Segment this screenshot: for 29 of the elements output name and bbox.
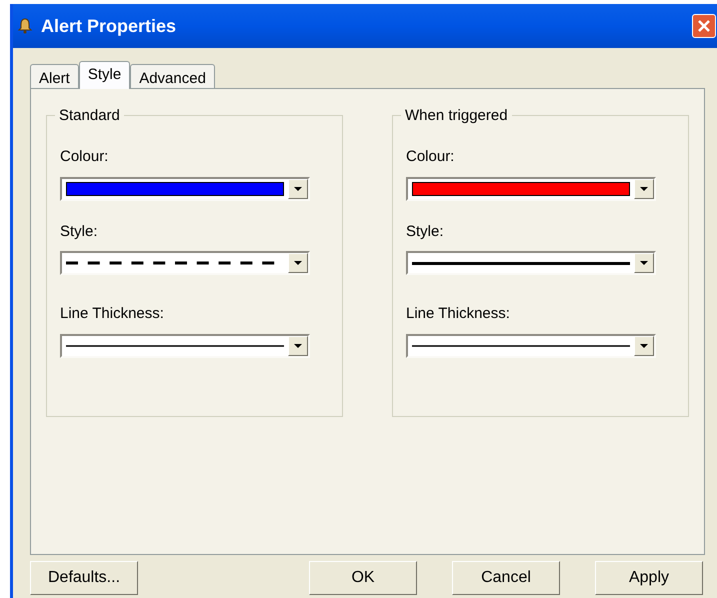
caret-icon <box>640 344 648 348</box>
bell-icon <box>17 18 33 34</box>
line-dropdown[interactable] <box>60 334 310 358</box>
line-dropdown[interactable] <box>60 176 310 200</box>
caret-icon <box>640 186 648 190</box>
caret-icon <box>294 344 302 348</box>
tab[interactable]: Alert <box>30 64 79 88</box>
caret-icon <box>640 261 648 265</box>
line-dropdown[interactable] <box>406 334 656 358</box>
field-label: Style: <box>60 222 99 242</box>
close-icon <box>698 20 710 32</box>
tab[interactable]: Style <box>78 61 130 89</box>
line-dropdown[interactable] <box>406 176 656 200</box>
line-dropdown[interactable] <box>60 251 310 275</box>
close-button[interactable] <box>692 14 716 38</box>
field-label: Style: <box>406 222 445 242</box>
line-dropdown[interactable] <box>406 251 656 275</box>
field-label: Line Thickness: <box>406 304 511 324</box>
dialog-button[interactable]: Defaults... <box>30 561 138 595</box>
field-label: Line Thickness: <box>60 304 165 324</box>
field-label: Colour: <box>406 147 456 167</box>
field-label: Colour: <box>60 147 110 167</box>
caret-icon <box>294 186 302 190</box>
dialog-button[interactable]: Apply <box>595 561 703 595</box>
window-title: Alert Properties <box>41 14 176 38</box>
dialog-button[interactable]: OK <box>309 561 417 595</box>
dialog-button[interactable]: Cancel <box>452 561 560 595</box>
tab[interactable]: Advanced <box>130 64 215 88</box>
caret-icon <box>294 261 302 265</box>
